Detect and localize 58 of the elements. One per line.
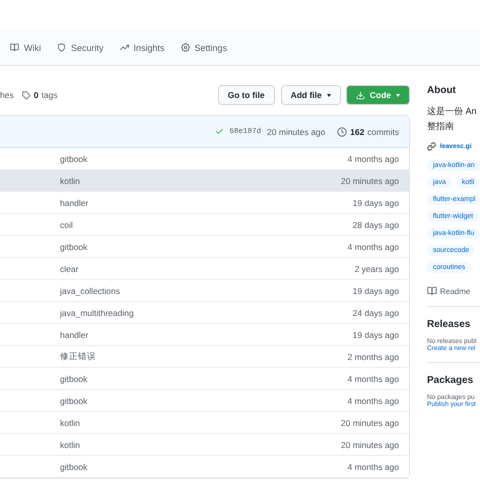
gear-icon <box>180 43 190 52</box>
shield-icon <box>57 43 66 52</box>
commit-message[interactable]: clear <box>60 264 355 274</box>
commit-age: 2 months ago <box>347 352 399 362</box>
commit-age: 20 minutes ago <box>340 176 399 186</box>
commit-message[interactable]: 修正错误 <box>60 350 348 362</box>
commit-age: 4 months ago <box>347 242 399 252</box>
commit-message[interactable]: kotlin <box>60 440 341 450</box>
add-file-button[interactable]: Add file <box>280 85 341 105</box>
commit-message[interactable]: gitbook <box>60 374 348 384</box>
commit-message[interactable]: gitbook <box>60 242 348 252</box>
commit-age: 4 months ago <box>347 154 399 164</box>
commit-message[interactable]: handler <box>60 330 353 340</box>
about-description: 整指南 <box>427 120 455 133</box>
commit-message[interactable]: gitbook <box>60 396 348 406</box>
commit-age: 4 months ago <box>347 374 399 384</box>
commit-age: 4 months ago <box>347 396 399 406</box>
commit-message[interactable]: gitbook <box>60 154 348 164</box>
download-icon <box>356 90 365 100</box>
nav-tab[interactable]: Wiki <box>10 30 41 65</box>
commit-message[interactable]: coil <box>60 220 353 230</box>
commit-age: 20 minutes ago <box>340 440 399 450</box>
commit-age: 19 days ago <box>352 198 399 208</box>
tag-icon <box>22 90 31 100</box>
commit-message[interactable]: java_collections <box>60 286 353 296</box>
commit-age: 2 years ago <box>354 264 399 274</box>
commit-message[interactable]: handler <box>60 198 353 208</box>
packages-heading: Packages <box>427 375 474 386</box>
commit-message[interactable]: gitbook <box>60 462 348 472</box>
commit-time: 20 minutes ago <box>267 126 326 136</box>
nav-tab[interactable]: Settings <box>180 30 228 65</box>
chart-icon <box>120 43 129 52</box>
commit-age: 19 days ago <box>352 286 399 296</box>
link-icon <box>427 142 436 151</box>
tags-link[interactable]: 0 tags <box>22 90 58 100</box>
nav-tab[interactable]: Security <box>57 30 104 65</box>
nav-tab[interactable]: Insights <box>120 30 165 65</box>
releases-heading: Releases <box>427 319 472 330</box>
commit-age: 24 days ago <box>352 308 399 318</box>
branches-link[interactable]: hes <box>0 90 14 100</box>
about-description: 这是一份 An <box>427 105 478 118</box>
commits-link[interactable]: 162 commits <box>337 126 399 136</box>
book-icon <box>10 43 19 52</box>
go-to-file-button[interactable]: Go to file <box>218 85 275 105</box>
commit-message[interactable]: java_multithreading <box>60 308 353 318</box>
history-icon <box>337 126 348 136</box>
commit-age: 20 minutes ago <box>340 418 399 428</box>
readme-link[interactable]: Readme <box>427 286 480 296</box>
book-icon <box>427 286 437 296</box>
commit-age: 28 days ago <box>352 220 399 230</box>
commit-message[interactable]: kotlin <box>60 418 341 428</box>
about-heading: About <box>427 85 457 96</box>
caret-icon <box>326 94 331 96</box>
caret-icon <box>396 94 400 96</box>
commit-message[interactable]: kotlin <box>60 176 341 186</box>
file-row[interactable]: kotlin 20 minutes ago <box>0 170 409 192</box>
commit-age: 4 months ago <box>347 462 399 472</box>
commit-age: 19 days ago <box>352 330 399 340</box>
